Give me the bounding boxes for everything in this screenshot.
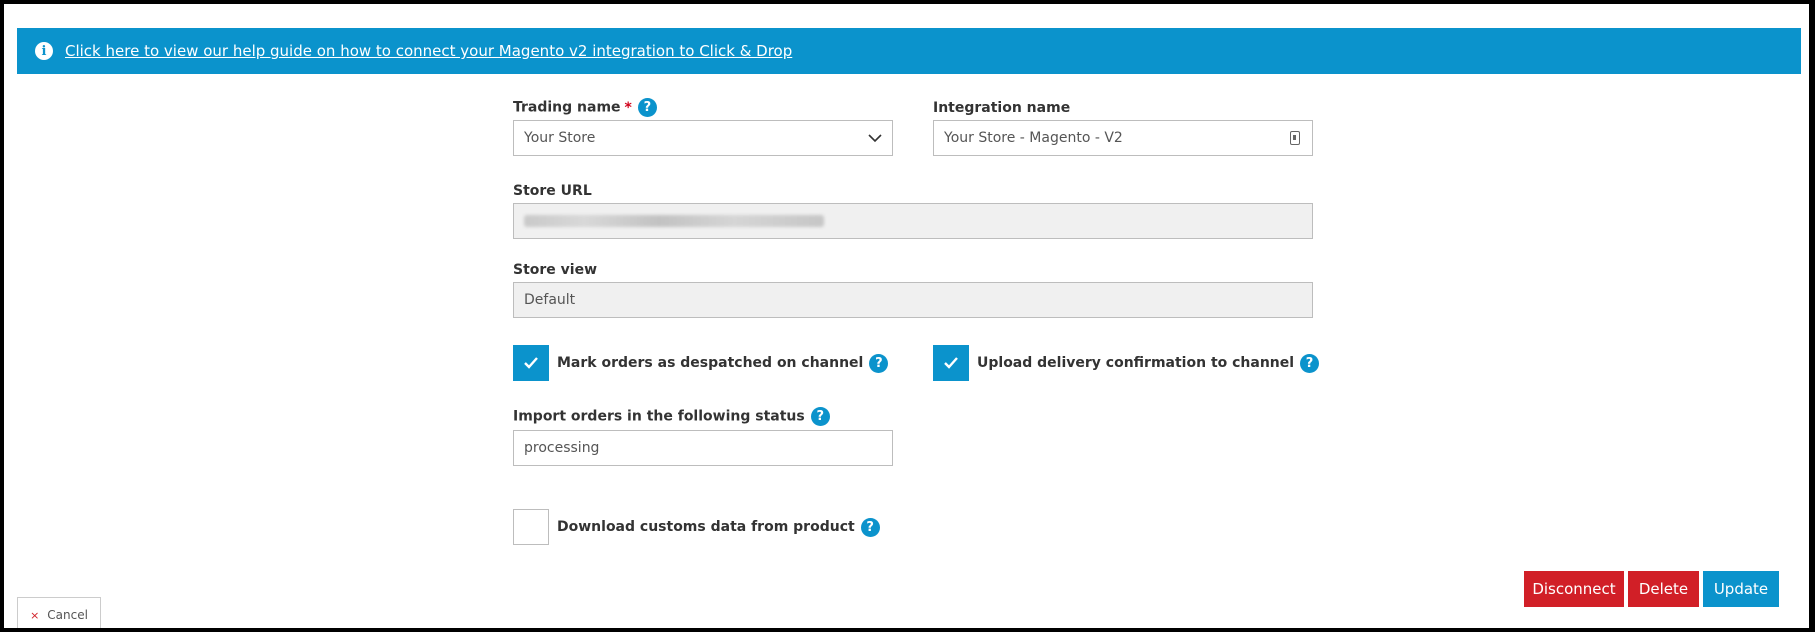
import-status-help-icon[interactable]: ? [810,407,830,426]
required-mark: * [624,99,632,116]
store-view-label: Store view [513,262,598,278]
mark-despatched-help-icon[interactable]: ? [869,353,889,373]
download-customs-help-icon[interactable]: ? [860,517,880,537]
upload-delivery-checkbox[interactable] [933,345,969,381]
mark-despatched-label: Mark orders as despatched on channel [557,355,864,371]
store-view-value: Default [524,292,576,308]
trading-name-value: Your Store [524,130,596,146]
download-customs-label: Download customs data from product [557,519,855,535]
update-button[interactable]: Update [1703,571,1779,607]
download-customs-checkbox[interactable] [513,509,549,545]
cancel-button[interactable]: × Cancel [17,597,101,628]
store-view-input[interactable]: Default [513,282,1313,318]
disconnect-button[interactable]: Disconnect [1524,571,1624,607]
info-icon: i [35,42,53,60]
upload-delivery-row: Upload delivery confirmation to channel … [933,345,1320,381]
trading-name-help-icon[interactable]: ? [637,98,657,117]
close-icon: × [30,608,40,622]
store-url-input[interactable] [513,203,1313,239]
import-status-label: Import orders in the following status? [513,407,830,426]
mark-despatched-row: Mark orders as despatched on channel ? [513,345,889,381]
help-guide-link[interactable]: Click here to view our help guide on how… [65,42,792,60]
help-banner: i Click here to view our help guide on h… [17,28,1801,74]
download-customs-row: Download customs data from product ? [513,509,880,545]
import-status-value: processing [524,440,600,456]
trading-name-label: Trading name *? [513,98,657,117]
mark-despatched-checkbox[interactable] [513,345,549,381]
integration-form-window: i Click here to view our help guide on h… [4,4,1809,628]
trading-name-select[interactable]: Your Store [513,120,893,156]
chevron-down-icon [868,134,882,143]
checkmark-icon [524,357,538,369]
store-url-label: Store URL [513,183,592,199]
upload-delivery-help-icon[interactable]: ? [1300,353,1320,373]
trading-name-label-text: Trading name [513,99,621,116]
integration-name-value: Your Store - Magento - V2 [944,130,1123,146]
store-url-redacted [524,215,824,227]
autofill-icon [1290,131,1300,145]
delete-button[interactable]: Delete [1628,571,1699,607]
import-status-input[interactable]: processing [513,430,893,466]
upload-delivery-label: Upload delivery confirmation to channel [977,355,1295,371]
integration-name-input[interactable]: Your Store - Magento - V2 [933,120,1313,156]
cancel-label: Cancel [47,608,88,622]
integration-name-label: Integration name [933,100,1071,116]
checkmark-icon [944,357,958,369]
import-status-label-text: Import orders in the following status [513,408,805,425]
